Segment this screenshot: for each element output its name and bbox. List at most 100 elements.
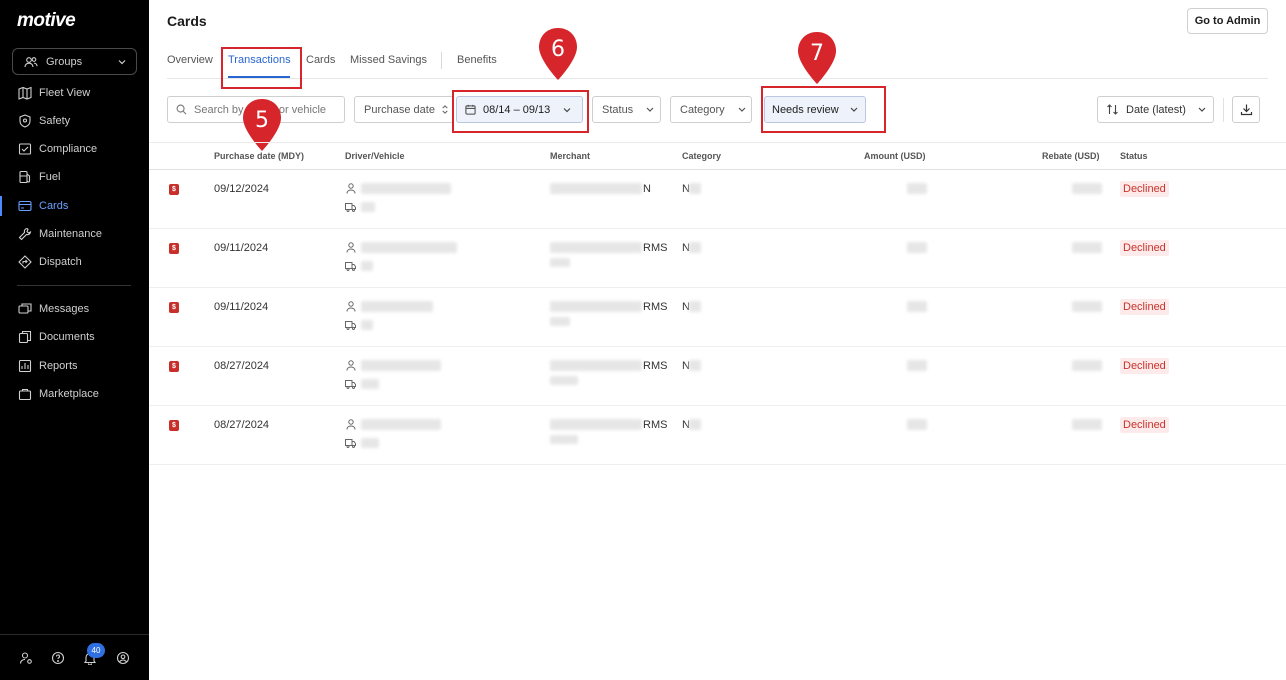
col-merchant[interactable]: Merchant	[550, 151, 590, 161]
sidebar-item-compliance[interactable]: Compliance	[0, 135, 149, 163]
redacted-merchant-location	[550, 435, 578, 444]
sidebar-item-label: Safety	[39, 115, 71, 127]
sidebar-item-label: Compliance	[39, 143, 98, 155]
sidebar-item-documents[interactable]: Documents	[0, 323, 149, 351]
card-transaction-icon: $	[169, 302, 179, 313]
groups-selector[interactable]: Groups	[12, 48, 137, 75]
user-settings-icon[interactable]	[19, 651, 33, 665]
redacted-merchant	[550, 360, 642, 371]
card-icon	[18, 200, 32, 212]
col-rebate[interactable]: Rebate (USD)	[1042, 151, 1100, 161]
redacted-driver-name	[361, 360, 441, 371]
highlight-date-range	[452, 90, 589, 133]
driver-icon	[346, 360, 356, 371]
redacted-merchant	[550, 183, 642, 194]
redacted-vehicle	[361, 320, 373, 330]
status-filter-label: Status	[602, 103, 634, 116]
truck-icon	[345, 321, 356, 330]
documents-icon	[18, 330, 32, 344]
sidebar-item-fuel[interactable]: Fuel	[0, 163, 149, 191]
redacted-rebate	[1072, 183, 1102, 194]
redacted-merchant	[550, 301, 642, 312]
reports-icon	[18, 359, 32, 373]
map-icon	[18, 86, 32, 100]
step-marker-6: 6	[538, 28, 578, 80]
redacted-amount	[907, 183, 927, 194]
redacted-merchant	[550, 242, 642, 253]
redacted-merchant-location	[550, 258, 570, 267]
chevron-down-icon	[1198, 107, 1206, 112]
redacted-amount	[907, 301, 927, 312]
page-title: Cards	[167, 13, 207, 29]
sidebar-item-safety[interactable]: Safety	[0, 107, 149, 135]
sidebar-item-label: Cards	[39, 200, 69, 212]
table-row[interactable]: $ 08/27/2024 RMS N Declined	[149, 406, 1286, 465]
driver-icon	[346, 419, 356, 430]
col-driver-vehicle[interactable]: Driver/Vehicle	[345, 151, 405, 161]
sidebar-item-maintenance[interactable]: Maintenance	[0, 220, 149, 248]
tab-benefits[interactable]: Benefits	[457, 54, 497, 66]
table-row[interactable]: $ 09/11/2024 RMS N Declined	[149, 229, 1286, 288]
redacted-merchant-location	[550, 317, 570, 326]
sort-dropdown[interactable]: Date (latest)	[1097, 96, 1214, 123]
download-icon	[1240, 104, 1252, 116]
redacted-rebate	[1072, 419, 1102, 430]
table-row[interactable]: $ 09/11/2024 RMS N Declined	[149, 288, 1286, 347]
col-category[interactable]: Category	[682, 151, 721, 161]
col-amount[interactable]: Amount (USD)	[864, 151, 926, 161]
card-transaction-icon: $	[169, 420, 179, 431]
sidebar-item-messages[interactable]: Messages	[0, 295, 149, 323]
merchant-text: RMS	[643, 242, 668, 254]
sidebar-item-cards[interactable]: Cards	[0, 192, 149, 220]
merchant-text: RMS	[643, 301, 668, 313]
table-row[interactable]: $ 08/27/2024 RMS N Declined	[149, 347, 1286, 406]
tab-cards[interactable]: Cards	[306, 54, 335, 66]
sidebar-item-fleet-view[interactable]: Fleet View	[0, 79, 149, 107]
category-filter[interactable]: Category	[670, 96, 752, 123]
redacted-merchant-location	[550, 376, 578, 385]
redacted-amount	[907, 242, 927, 253]
redacted-category	[689, 360, 701, 371]
status-filter[interactable]: Status	[592, 96, 661, 123]
merchant-text: RMS	[643, 360, 668, 372]
sidebar-item-dispatch[interactable]: Dispatch	[0, 248, 149, 276]
row-date: 09/11/2024	[214, 301, 269, 313]
toolbar-divider	[1223, 98, 1224, 122]
sort-label: Date (latest)	[1126, 103, 1186, 116]
sidebar-item-label: Fuel	[39, 171, 61, 183]
sidebar-item-label: Documents	[39, 331, 95, 343]
redacted-category	[689, 301, 701, 312]
search-icon	[176, 104, 187, 115]
table-row[interactable]: $ 09/12/2024 N N Declined	[149, 170, 1286, 229]
card-transaction-icon: $	[169, 243, 179, 254]
download-button[interactable]	[1232, 96, 1260, 123]
notification-badge: 40	[87, 643, 105, 658]
redacted-category	[689, 183, 701, 194]
col-status[interactable]: Status	[1120, 151, 1148, 161]
tab-missed-savings[interactable]: Missed Savings	[350, 54, 427, 66]
row-date: 08/27/2024	[214, 419, 270, 431]
sidebar-item-label: Marketplace	[39, 388, 99, 400]
go-to-admin-button[interactable]: Go to Admin	[1187, 8, 1268, 34]
tab-divider	[441, 52, 442, 69]
sidebar-item-label: Dispatch	[39, 256, 82, 268]
messages-icon	[18, 303, 32, 314]
help-icon[interactable]	[51, 651, 65, 665]
redacted-vehicle	[361, 379, 379, 389]
sidebar-divider	[17, 285, 131, 286]
redacted-category	[689, 242, 701, 253]
col-purchase-date[interactable]: Purchase date (MDY)	[214, 151, 304, 161]
highlight-transactions-tab	[221, 47, 302, 89]
main-content: Cards Go to Admin Overview Transactions …	[149, 0, 1286, 680]
card-transaction-icon: $	[169, 361, 179, 372]
motive-logo[interactable]: motive	[17, 10, 76, 32]
tabs-divider	[167, 78, 1268, 79]
purchase-date-dropdown[interactable]: Purchase date	[354, 96, 454, 123]
status-badge: Declined	[1120, 417, 1169, 433]
tab-overview[interactable]: Overview	[167, 54, 213, 66]
sidebar-item-marketplace[interactable]: Marketplace	[0, 380, 149, 408]
driver-icon	[346, 242, 356, 253]
sidebar-item-reports[interactable]: Reports	[0, 352, 149, 380]
chevron-down-icon	[738, 107, 746, 112]
account-icon[interactable]	[116, 651, 130, 665]
